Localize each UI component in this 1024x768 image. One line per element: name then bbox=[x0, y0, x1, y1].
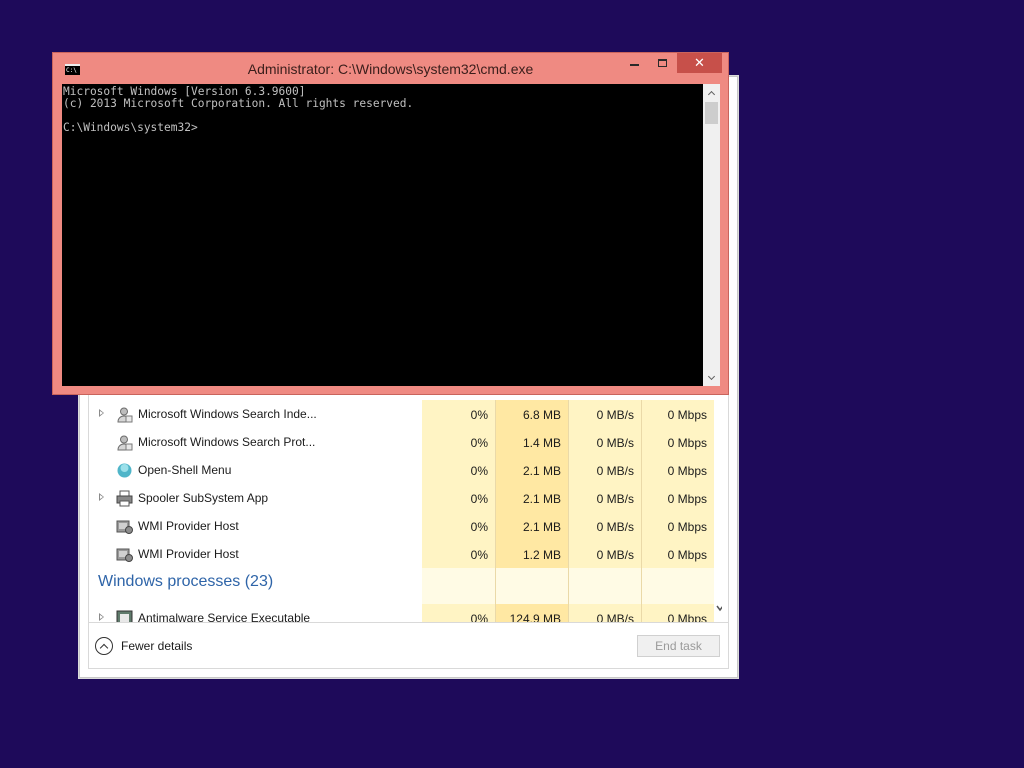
printer-icon bbox=[116, 490, 133, 507]
process-row[interactable]: Antimalware Service Executable 0% 124.9 MB… bbox=[89, 604, 722, 622]
expand-arrow-icon[interactable] bbox=[99, 493, 104, 501]
disk-cell: 0 MB/s bbox=[568, 400, 641, 428]
close-button[interactable]: ✕ bbox=[677, 53, 722, 73]
process-name: WMI Provider Host bbox=[138, 547, 239, 561]
network-cell: 0 Mbps bbox=[641, 540, 714, 568]
cpu-cell: 0% bbox=[422, 540, 495, 568]
cmd-window[interactable]: C:\ Administrator: C:\Windows\system32\c… bbox=[52, 52, 729, 395]
group-title: Windows processes (23) bbox=[98, 573, 274, 590]
memory-cell: 1.2 MB bbox=[495, 540, 568, 568]
antimalware-icon bbox=[116, 610, 133, 622]
cpu-cell: 0% bbox=[422, 484, 495, 512]
memory-cell: 2.1 MB bbox=[495, 512, 568, 540]
network-cell: 0 Mbps bbox=[641, 428, 714, 456]
expand-arrow-icon[interactable] bbox=[99, 409, 104, 417]
user-search-icon bbox=[116, 406, 133, 423]
fewer-details-label: Fewer details bbox=[121, 639, 193, 653]
scroll-up-arrow-icon[interactable] bbox=[703, 84, 720, 101]
shell-orb-icon bbox=[116, 462, 133, 479]
task-manager-footer: Fewer details End task bbox=[89, 622, 728, 668]
disk-cell: 0 MB/s bbox=[568, 456, 641, 484]
memory-cell: 124.9 MB bbox=[495, 604, 568, 622]
console-output[interactable]: Microsoft Windows [Version 6.3.9600] (c) … bbox=[62, 84, 703, 386]
console-line: C:\Windows\system32> bbox=[63, 121, 198, 134]
expand-arrow-icon[interactable] bbox=[99, 613, 104, 621]
network-cell: 0 Mbps bbox=[641, 484, 714, 512]
network-cell: 0 Mbps bbox=[641, 400, 714, 428]
console-line: (c) 2013 Microsoft Corporation. All righ… bbox=[63, 97, 414, 110]
maximize-icon bbox=[657, 59, 667, 67]
minimize-icon bbox=[629, 64, 639, 66]
process-name: Microsoft Windows Search Inde... bbox=[138, 407, 317, 421]
disk-cell: 0 MB/s bbox=[568, 512, 641, 540]
process-row[interactable]: Microsoft Windows Search Prot... 0% 1.4 MB… bbox=[89, 428, 722, 456]
wmi-host-icon bbox=[116, 546, 133, 563]
disk-cell: 0 MB/s bbox=[568, 540, 641, 568]
group-memory-cell bbox=[495, 568, 568, 604]
console-scrollbar[interactable] bbox=[703, 84, 720, 386]
cmd-titlebar[interactable]: C:\ Administrator: C:\Windows\system32\c… bbox=[53, 53, 728, 85]
network-cell: 0 Mbps bbox=[641, 604, 714, 622]
cpu-cell: 0% bbox=[422, 604, 495, 622]
scroll-thumb[interactable] bbox=[705, 102, 718, 124]
end-task-button[interactable]: End task bbox=[637, 635, 720, 657]
user-search-icon bbox=[116, 434, 133, 451]
memory-cell: 2.1 MB bbox=[495, 456, 568, 484]
maximize-button[interactable] bbox=[649, 53, 675, 73]
network-cell: 0 Mbps bbox=[641, 456, 714, 484]
process-name: Microsoft Windows Search Prot... bbox=[138, 435, 316, 449]
process-row[interactable]: Open-Shell Menu 0% 2.1 MB 0 MB/s 0 Mbps bbox=[89, 456, 722, 484]
process-row[interactable]: WMI Provider Host 0% 1.2 MB 0 MB/s 0 Mbps bbox=[89, 540, 722, 568]
wmi-host-icon bbox=[116, 518, 133, 535]
cpu-cell: 0% bbox=[422, 512, 495, 540]
cpu-cell: 0% bbox=[422, 400, 495, 428]
close-icon: ✕ bbox=[694, 55, 705, 71]
group-cpu-cell bbox=[422, 568, 495, 604]
disk-cell: 0 MB/s bbox=[568, 428, 641, 456]
minimize-button[interactable] bbox=[621, 53, 647, 73]
disk-cell: 0 MB/s bbox=[568, 484, 641, 512]
group-disk-cell bbox=[568, 568, 641, 604]
fewer-details-button[interactable]: Fewer details bbox=[95, 637, 192, 655]
process-row[interactable]: WMI Provider Host 0% 2.1 MB 0 MB/s 0 Mbps bbox=[89, 512, 722, 540]
cpu-cell: 0% bbox=[422, 428, 495, 456]
memory-cell: 2.1 MB bbox=[495, 484, 568, 512]
cpu-cell: 0% bbox=[422, 456, 495, 484]
process-row[interactable]: Microsoft Windows Search Inde... 0% 6.8 MB… bbox=[89, 400, 722, 428]
process-row[interactable]: Spooler SubSystem App 0% 2.1 MB 0 MB/s 0 Mbp… bbox=[89, 484, 722, 512]
process-name: Antimalware Service Executable bbox=[138, 611, 311, 622]
scroll-down-arrow-icon[interactable] bbox=[703, 369, 720, 386]
process-name: Spooler SubSystem App bbox=[138, 491, 269, 505]
list-scroll-down-icon[interactable] bbox=[715, 598, 722, 612]
group-header-windows-processes[interactable]: Windows processes (23) bbox=[89, 568, 722, 604]
group-network-cell bbox=[641, 568, 714, 604]
network-cell: 0 Mbps bbox=[641, 512, 714, 540]
memory-cell: 1.4 MB bbox=[495, 428, 568, 456]
disk-cell: 0 MB/s bbox=[568, 604, 641, 622]
chevron-up-circle-icon bbox=[95, 637, 113, 655]
process-name: WMI Provider Host bbox=[138, 519, 239, 533]
process-name: Open-Shell Menu bbox=[138, 463, 232, 477]
memory-cell: 6.8 MB bbox=[495, 400, 568, 428]
